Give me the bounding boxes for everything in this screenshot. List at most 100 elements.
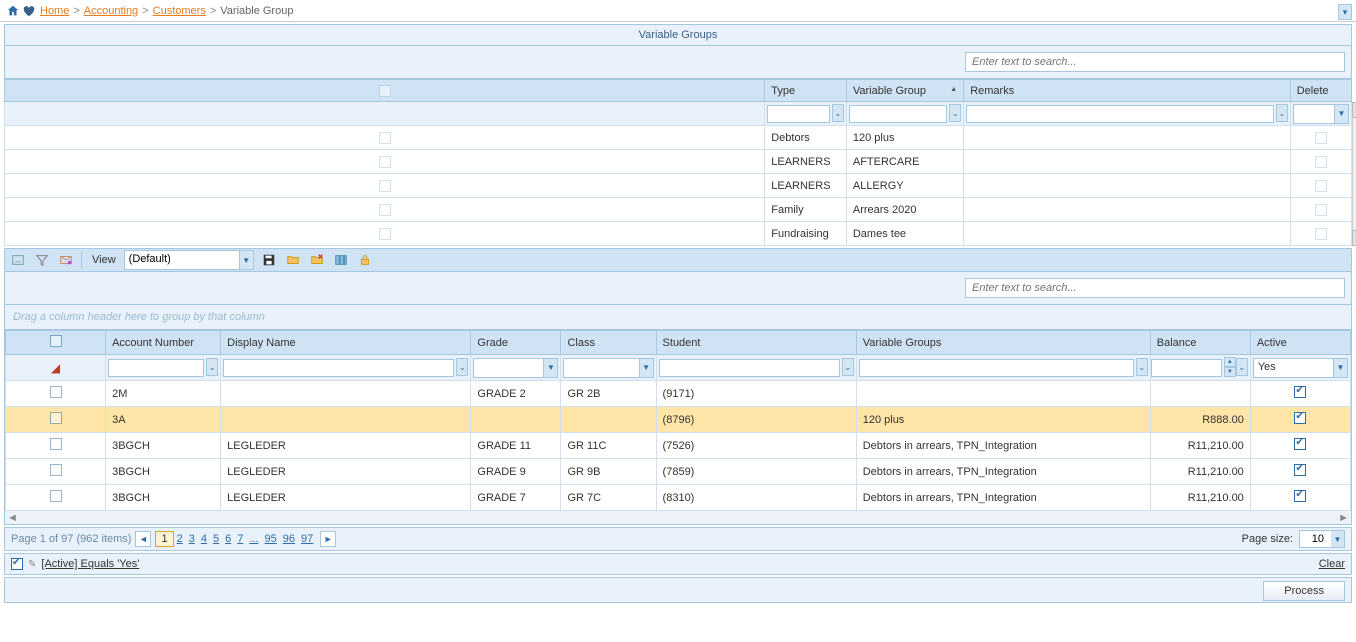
filter-remarks-input[interactable]	[966, 105, 1274, 123]
col-account-number[interactable]: Account Number	[106, 331, 221, 355]
folder-icon[interactable]	[284, 251, 302, 269]
col-delete[interactable]: Delete	[1290, 80, 1351, 102]
cell-vg: Debtors in arrears, TPN_Integration	[856, 485, 1150, 511]
cell-active[interactable]	[1250, 485, 1350, 511]
row-checkbox[interactable]	[6, 459, 106, 485]
pager-page-97[interactable]: 97	[298, 533, 316, 545]
process-button[interactable]: Process	[1263, 581, 1345, 601]
filter-icon[interactable]: ⌄	[206, 358, 218, 376]
col-display-name[interactable]: Display Name	[221, 331, 471, 355]
row-checkbox[interactable]	[6, 433, 106, 459]
col-remarks[interactable]: Remarks	[964, 80, 1291, 102]
filter-balance-input[interactable]	[1151, 359, 1222, 377]
spin-up-icon[interactable]: ▲	[1224, 357, 1236, 367]
row-checkbox[interactable]	[6, 407, 106, 433]
filter-icon[interactable]: ⌄	[456, 358, 468, 376]
filter-class-dd[interactable]: ▼	[563, 358, 653, 378]
filter-expression[interactable]: [Active] Equals 'Yes'	[41, 558, 139, 570]
cell-delete[interactable]	[1290, 174, 1351, 198]
cell-delete[interactable]	[1290, 126, 1351, 150]
col-type[interactable]: Type	[765, 80, 847, 102]
filter-icon[interactable]: ⌄	[1136, 358, 1148, 376]
row-checkbox[interactable]	[6, 485, 106, 511]
scroll-down-icon[interactable]: ▼	[1352, 230, 1356, 246]
col-active[interactable]: Active	[1250, 331, 1350, 355]
col-variable-groups[interactable]: Variable Groups	[856, 331, 1150, 355]
filter-grade-dd[interactable]: ▼	[473, 358, 558, 378]
expand-toggle-icon[interactable]: ▾	[1338, 4, 1352, 20]
page-size-dd-icon[interactable]: ▼	[1331, 530, 1345, 548]
horizontal-scroll[interactable]: ◄►	[4, 511, 1352, 525]
pager-page-6[interactable]: 6	[222, 533, 234, 545]
group-panel[interactable]: Drag a column header here to group by th…	[4, 305, 1352, 330]
row-checkbox[interactable]	[5, 198, 765, 222]
filter-vg-input[interactable]	[849, 105, 947, 123]
upper-checkbox-header[interactable]	[5, 80, 765, 102]
cell-active[interactable]	[1250, 433, 1350, 459]
filter-icon[interactable]: ⌄	[1236, 358, 1248, 376]
view-select[interactable]: (Default)▼	[124, 250, 254, 270]
pager-page-4[interactable]: 4	[198, 533, 210, 545]
lower-checkbox-header[interactable]	[6, 331, 106, 355]
cell-remarks	[964, 222, 1291, 246]
filter-icon[interactable]: ⌄	[832, 104, 844, 122]
pager-prev-icon[interactable]: ◄	[135, 531, 151, 547]
export-icon[interactable]	[9, 251, 27, 269]
lock-icon[interactable]	[356, 251, 374, 269]
row-checkbox[interactable]	[5, 174, 765, 198]
scroll-track[interactable]	[1352, 118, 1356, 230]
filter-icon[interactable]: ⌄	[1276, 104, 1288, 122]
pager-page-1[interactable]: 1	[155, 531, 173, 547]
filter-name-input[interactable]	[223, 359, 454, 377]
pager-page-7[interactable]: 7	[234, 533, 246, 545]
row-checkbox[interactable]	[6, 381, 106, 407]
breadcrumb-accounting[interactable]: Accounting	[84, 5, 138, 17]
cell-active[interactable]	[1250, 459, 1350, 485]
mail-icon[interactable]	[57, 251, 75, 269]
home-icon[interactable]	[6, 4, 20, 18]
clear-filter-link[interactable]: Clear	[1319, 558, 1345, 570]
folder-delete-icon[interactable]	[308, 251, 326, 269]
col-grade[interactable]: Grade	[471, 331, 561, 355]
filter-enabled-checkbox[interactable]	[11, 558, 23, 570]
filter-vg-input[interactable]	[859, 359, 1134, 377]
filter-icon[interactable]: ⌄	[949, 104, 961, 122]
breadcrumb-home[interactable]: Home	[40, 5, 69, 17]
save-icon[interactable]	[260, 251, 278, 269]
col-student[interactable]: Student	[656, 331, 856, 355]
pager-page-96[interactable]: 96	[280, 533, 298, 545]
cell-delete[interactable]	[1290, 150, 1351, 174]
pager-page-3[interactable]: 3	[186, 533, 198, 545]
col-variable-group[interactable]: Variable Group▲	[846, 80, 963, 102]
funnel-icon[interactable]	[33, 251, 51, 269]
cell-delete[interactable]	[1290, 222, 1351, 246]
row-checkbox[interactable]	[5, 126, 765, 150]
filter-icon[interactable]: ⌄	[842, 358, 854, 376]
filter-account-input[interactable]	[108, 359, 204, 377]
filter-edit-icon[interactable]: ✎	[28, 559, 36, 570]
lower-search-input[interactable]	[965, 278, 1345, 298]
favorite-icon[interactable]	[22, 4, 36, 18]
columns-icon[interactable]	[332, 251, 350, 269]
pager-page-95[interactable]: 95	[262, 533, 280, 545]
breadcrumb-customers[interactable]: Customers	[153, 5, 206, 17]
filter-active-dd[interactable]: Yes▼	[1253, 358, 1348, 378]
upper-search-input[interactable]	[965, 52, 1345, 72]
breadcrumb-sep: >	[210, 5, 216, 17]
filter-delete-dd[interactable]: ▼	[1293, 104, 1349, 124]
clear-filters-icon[interactable]: ◢	[6, 355, 106, 381]
pager-page-5[interactable]: 5	[210, 533, 222, 545]
filter-student-input[interactable]	[659, 359, 840, 377]
filter-type-input[interactable]	[767, 105, 830, 123]
scroll-up-icon[interactable]: ▲	[1352, 102, 1356, 118]
pager-next-icon[interactable]: ►	[320, 531, 336, 547]
col-balance[interactable]: Balance	[1150, 331, 1250, 355]
cell-delete[interactable]	[1290, 198, 1351, 222]
row-checkbox[interactable]	[5, 222, 765, 246]
row-checkbox[interactable]	[5, 150, 765, 174]
col-class[interactable]: Class	[561, 331, 656, 355]
spin-down-icon[interactable]: ▼	[1224, 367, 1236, 377]
pager-page-2[interactable]: 2	[174, 533, 186, 545]
cell-active[interactable]	[1250, 381, 1350, 407]
cell-active[interactable]	[1250, 407, 1350, 433]
